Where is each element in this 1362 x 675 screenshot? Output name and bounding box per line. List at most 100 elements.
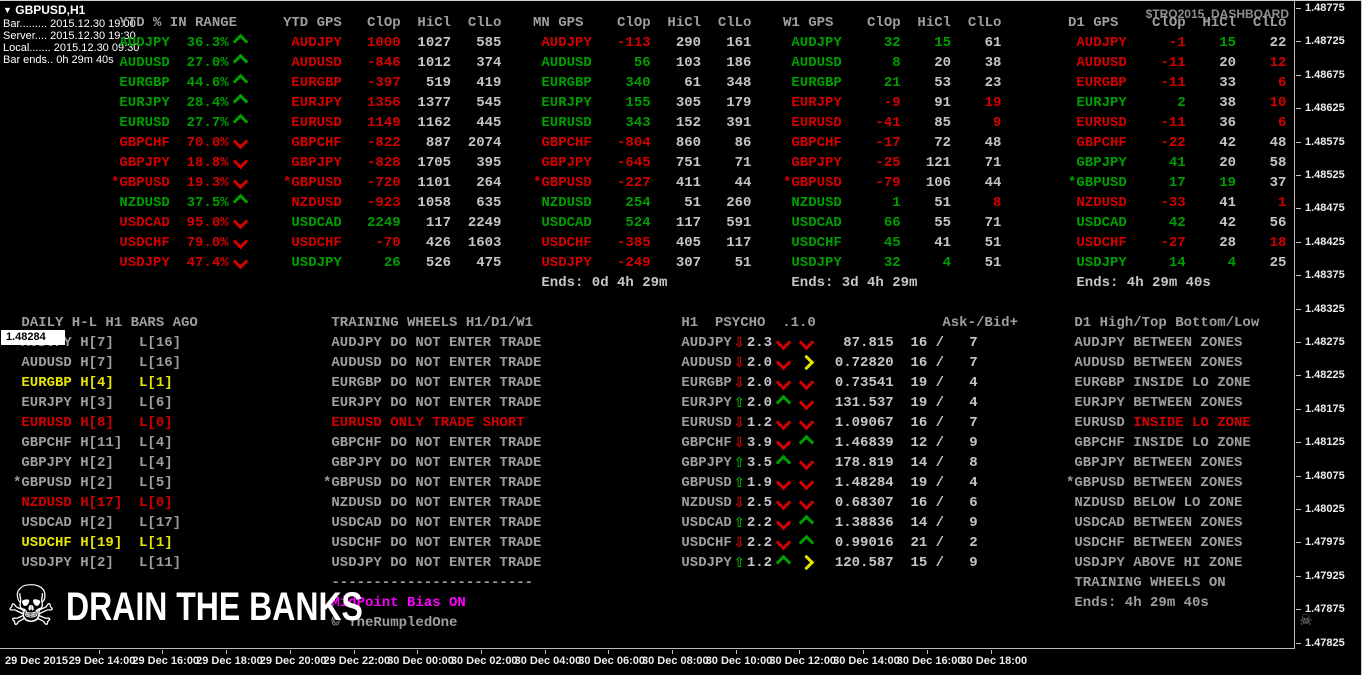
hicl-cell: 42 [1185, 135, 1237, 151]
price-tick [1296, 108, 1301, 110]
symbol-cell: GBPJPY [111, 155, 170, 171]
price-tick [1296, 175, 1301, 176]
clop-cell: 155 [591, 95, 651, 111]
cllo-cell: 2249 [451, 215, 502, 231]
symbol-cell: GBPJPY [783, 155, 842, 171]
cllo-cell: 71 [701, 155, 752, 171]
cllo-cell: 51 [701, 255, 752, 271]
hicl-cell: 20 [1185, 55, 1237, 71]
down-arrow-icon [798, 474, 815, 490]
down-arrow-icon [775, 514, 792, 530]
ytd-range-row: USDCAD 95.0% [111, 213, 252, 233]
time-tick [480, 650, 482, 654]
symbol-cell: GBPCHF [1066, 435, 1134, 451]
gps-row: EURGBP -397 519 419 [283, 73, 501, 93]
ytd-range-row: AUDJPY 36.3% [111, 33, 252, 53]
symbol-cell: EURGBP [533, 75, 592, 91]
up-arrow-icon [798, 434, 815, 450]
price-askbid-cell: 0.99016 21 / 2 [818, 535, 978, 551]
down-arrow-icon [798, 414, 815, 430]
cllo-cell: 51 [951, 235, 1002, 251]
psycho-row: USDCAD ⇧ 2.2 1.38836 14 / 9 [673, 513, 1018, 533]
psycho-row: GBPUSD ⇧ 1.9 1.48284 19 / 4 [673, 473, 1018, 493]
gps-header: D1 GPS ClOp HiCl ClLo [1068, 13, 1286, 33]
ytd-range-row: EURUSD 27.7% [111, 113, 252, 133]
clop-cell: -822 [341, 135, 401, 151]
zones-row: GBPJPY BETWEEN ZONES [1066, 453, 1259, 473]
down-arrow-icon [775, 494, 792, 510]
percent-cell: 18.8% [169, 155, 229, 171]
gps-row: GBPJPY 41 20 58 [1068, 153, 1286, 173]
cllo-cell: 9 [951, 115, 1002, 131]
percent-cell: 19.3% [169, 175, 229, 191]
gps-row: USDCHF -385 405 117 [533, 233, 751, 253]
symbol-cell: NZDUSD [673, 495, 732, 511]
psycho-header: H1 PSYCHO .1.0 Ask-/Bid+ [673, 313, 1018, 333]
clop-cell: 41 [1126, 155, 1186, 171]
price-label: 1.48025 [1305, 503, 1345, 515]
hicl-cell: 53 [900, 75, 952, 91]
time-label: 30 Dec 18:00 [960, 655, 1028, 667]
psycho-row: GBPJPY ⇧ 3.5 178.819 14 / 8 [673, 453, 1018, 473]
daily-hl-row: USDJPY H[2] L[11] [13, 553, 198, 573]
time-tick [735, 650, 737, 654]
price-askbid-cell: 1.46839 12 / 9 [818, 435, 978, 451]
time-label: 30 Dec 14:00 [833, 655, 900, 667]
zones-row: EURJPY BETWEEN ZONES [1066, 393, 1259, 413]
clop-cell: 2 [1126, 95, 1186, 111]
gps-row: GBPCHF -822 887 2074 [283, 133, 501, 153]
down-arrow-icon [775, 474, 792, 490]
clop-cell: 45 [841, 235, 901, 251]
gps-row: USDCAD 66 55 71 [783, 213, 1001, 233]
time-axis[interactable]: 29 Dec 2015 29 Dec 14:00 29 Dec 16:00 29 De… [0, 650, 1361, 675]
price-tick [1296, 241, 1301, 243]
cllo-cell: 445 [451, 115, 502, 131]
zones-row: NZDUSD BELOW LO ZONE [1066, 493, 1259, 513]
gps-ends-row: Ends: 3d 4h 29m [783, 273, 1001, 293]
time-tick [417, 650, 419, 654]
cllo-cell: 38 [951, 55, 1002, 71]
price-tick [1296, 609, 1301, 611]
time-label: 30 Dec 06:00 [578, 655, 645, 667]
down-arrow-icon [232, 213, 248, 230]
ytd-range-row: *GBPUSD 19.3% [111, 173, 252, 193]
mt4-chart-window[interactable]: ▼ GBPUSD,H1 Bar......... 2015.12.30 19:0… [0, 0, 1362, 675]
price-label: 1.48625 [1305, 102, 1345, 115]
percent-cell: 27.7% [169, 115, 229, 131]
gps-row: USDJPY 26 526 475 [283, 253, 501, 273]
clop-cell: -385 [591, 235, 651, 251]
gps-row: GBPJPY -25 121 71 [783, 153, 1001, 173]
ytd-range-row: AUDUSD 27.0% [111, 53, 252, 73]
price-tick [1296, 542, 1301, 544]
time-tick [863, 650, 865, 654]
zones-row: USDCAD BETWEEN ZONES [1066, 513, 1259, 533]
down-arrow-icon [232, 253, 248, 270]
down-arrow-icon [798, 374, 815, 390]
chevron-down-icon[interactable]: ▼ [3, 5, 12, 15]
symbol-cell: USDCAD [1068, 215, 1127, 231]
symbol-cell: NZDUSD [111, 195, 170, 211]
hicl-cell: 36 [1185, 115, 1237, 131]
price-tick [1296, 141, 1301, 143]
section-title: MN GPS ClOp HiCl ClLo [533, 15, 752, 31]
zone-status-cell: BETWEEN ZONES [1133, 475, 1243, 491]
symbol-cell: GBPJPY [1068, 155, 1127, 171]
price-axis[interactable]: 1.48775 1.48725 1.48675 1.48625 1.48575 1.485… [1296, 1, 1361, 649]
hicl-cell: 103 [650, 55, 702, 71]
ytd-range-row: USDJPY 47.4% [111, 253, 252, 273]
psycho-row: EURJPY ⇧ 2.0 131.537 19 / 4 [673, 393, 1018, 413]
hicl-cell: 1162 [400, 115, 452, 131]
ask-bid-title: Ask-/Bid+ [942, 315, 1018, 331]
clop-cell: 1000 [341, 35, 401, 51]
gps-row: *GBPUSD -79 106 44 [783, 173, 1001, 193]
psycho-value: 2.2 [746, 535, 773, 551]
down-arrow-icon [798, 334, 815, 350]
cllo-cell: 44 [951, 175, 1002, 191]
psycho-value: 1.2 [746, 555, 773, 571]
symbol-cell: *GBPUSD [111, 175, 170, 191]
ytd-range-row: USDCHF 79.0% [111, 233, 252, 253]
clop-cell: -720 [341, 175, 401, 191]
price-tick [1296, 275, 1301, 277]
daily-hl-row: EURJPY H[3] L[6] [13, 393, 198, 413]
time-label: 30 Dec 00:00 [387, 655, 454, 667]
